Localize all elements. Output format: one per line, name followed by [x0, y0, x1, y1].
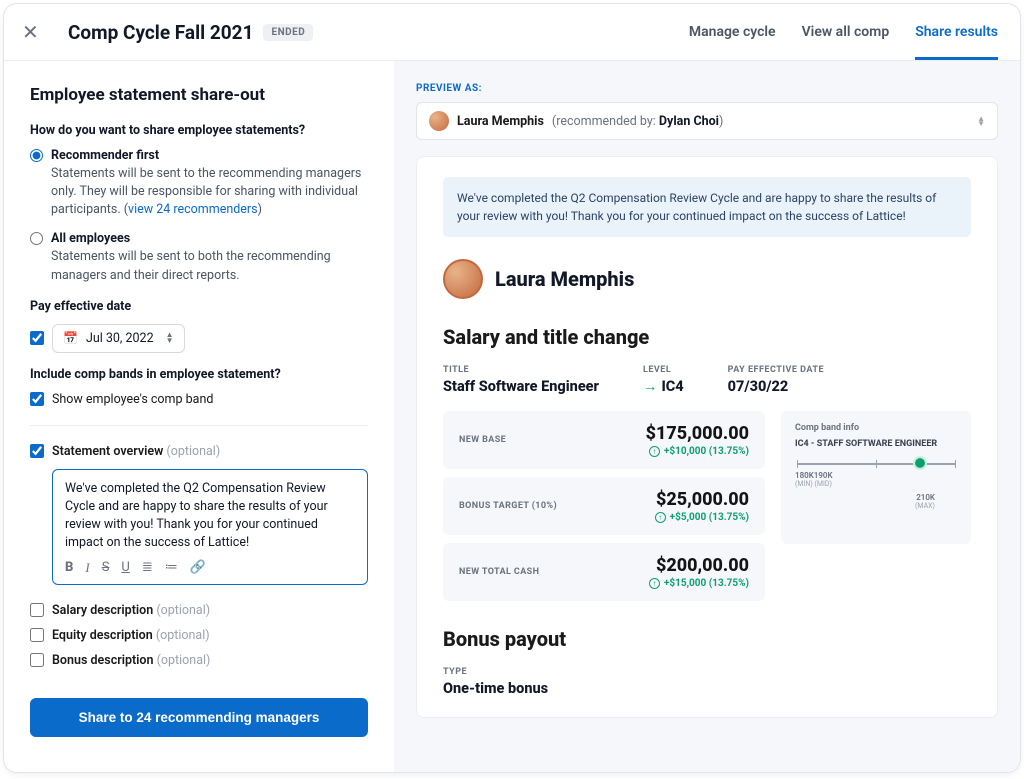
level-label: LEVEL [643, 365, 684, 375]
avatar [429, 111, 449, 131]
new-total-delta: ↑+$15,000 (13.75%) [649, 578, 749, 589]
radio-recommender-desc: Statements will be sent to the recommend… [51, 165, 368, 219]
underline-icon[interactable]: U [121, 560, 129, 576]
status-badge: ENDED [263, 24, 313, 41]
preview-as-label: PREVIEW AS: [416, 83, 998, 94]
radio-all-desc: Statements will be sent to both the reco… [51, 248, 368, 284]
employee-name: Laura Memphis [495, 267, 634, 291]
bold-icon[interactable]: B [65, 560, 73, 576]
arrow-up-icon: ↑ [649, 578, 660, 589]
calendar-icon: 📅 [63, 331, 78, 345]
bonus-type-value: One-time bonus [443, 680, 971, 697]
radio-recommender-title: Recommender first [51, 148, 368, 163]
preview-card: We've completed the Q2 Compensation Revi… [416, 156, 998, 718]
salary-desc-checkbox[interactable] [30, 603, 44, 617]
bands-label: Show employee's comp band [52, 392, 213, 407]
link-icon[interactable]: 🔗 [190, 560, 206, 576]
pay-date-meta-label: PAY EFFECTIVE DATE [728, 365, 824, 375]
pay-date-field[interactable]: 📅 Jul 30, 2022 ▲▼ [52, 324, 185, 353]
arrow-up-icon: ↑ [649, 446, 660, 457]
comp-band-label: Comp band info [795, 423, 957, 433]
comp-band-slider [797, 463, 955, 465]
title-label: TITLE [443, 365, 599, 375]
share-button[interactable]: Share to 24 recommending managers [30, 698, 368, 737]
employee-avatar [443, 259, 483, 299]
statement-overview-label: Statement overview (optional) [52, 444, 220, 459]
radio-all-employees[interactable] [30, 232, 43, 245]
select-chevron-icon: ▲▼ [977, 116, 985, 126]
bonus-desc-checkbox[interactable] [30, 653, 44, 667]
pay-date-meta-value: 07/30/22 [728, 378, 824, 395]
bonus-type-label: TYPE [443, 667, 971, 677]
pay-date-checkbox[interactable] [30, 331, 44, 345]
bonus-desc-label: Bonus description (optional) [52, 653, 210, 668]
radio-all-title: All employees [51, 231, 368, 246]
bonus-target-label: BONUS TARGET (10%) [459, 501, 557, 511]
new-total-label: NEW TOTAL CASH [459, 567, 539, 577]
statement-overview-textarea[interactable] [65, 480, 355, 550]
bonus-target-delta: ↑+$5,000 (13.75%) [655, 512, 749, 523]
comp-band-card: Comp band info IC4 - STAFF SOFTWARE ENGI… [781, 411, 971, 544]
comp-band-title: IC4 - STAFF SOFTWARE ENGINEER [795, 439, 957, 449]
level-value: →IC4 [643, 378, 684, 395]
view-recommenders-link[interactable]: view 24 recommenders [128, 202, 258, 217]
salary-desc-label: Salary description (optional) [52, 603, 210, 618]
bands-question: Include comp bands in employee statement… [30, 367, 368, 382]
preview-rec-by: (recommended by: Dylan Choi) [552, 114, 723, 129]
bonus-target-value: $25,000.00 [655, 489, 749, 510]
italic-icon[interactable]: I [85, 560, 89, 576]
close-icon[interactable]: ✕ [22, 20, 50, 44]
strikethrough-icon[interactable]: S [102, 560, 110, 576]
share-method-question: How do you want to share employee statem… [30, 123, 368, 138]
preview-person-name: Laura Memphis [457, 114, 544, 129]
title-value: Staff Software Engineer [443, 378, 599, 395]
tab-view-all-comp[interactable]: View all comp [802, 18, 890, 46]
bands-checkbox[interactable] [30, 392, 44, 406]
tab-manage-cycle[interactable]: Manage cycle [689, 18, 776, 46]
pay-date-value: Jul 30, 2022 [86, 331, 154, 346]
pay-date-label: Pay effective date [30, 299, 368, 314]
new-base-delta: ↑+$10,000 (13.75%) [646, 446, 749, 457]
radio-recommender-first[interactable] [30, 149, 43, 162]
arrow-up-icon: ↑ [655, 512, 666, 523]
statement-overview-checkbox[interactable] [30, 444, 44, 458]
page-title: Comp Cycle Fall 2021 [68, 21, 253, 44]
equity-desc-checkbox[interactable] [30, 628, 44, 642]
tab-share-results[interactable]: Share results [915, 18, 998, 60]
stepper-icon[interactable]: ▲▼ [166, 332, 174, 344]
arrow-right-icon: → [643, 378, 658, 395]
numbered-list-icon[interactable]: ≔ [165, 560, 178, 576]
preview-banner: We've completed the Q2 Compensation Revi… [443, 177, 971, 237]
new-base-label: NEW BASE [459, 435, 506, 445]
bonus-section-heading: Bonus payout [443, 627, 971, 651]
new-total-value: $200,00.00 [649, 555, 749, 576]
section-heading: Employee statement share-out [30, 85, 368, 105]
new-base-value: $175,000.00 [646, 423, 749, 444]
preview-as-select[interactable]: Laura Memphis (recommended by: Dylan Cho… [416, 102, 998, 140]
equity-desc-label: Equity description (optional) [52, 628, 210, 643]
bullet-list-icon[interactable]: ≣ [142, 560, 153, 576]
salary-section-heading: Salary and title change [443, 325, 971, 349]
